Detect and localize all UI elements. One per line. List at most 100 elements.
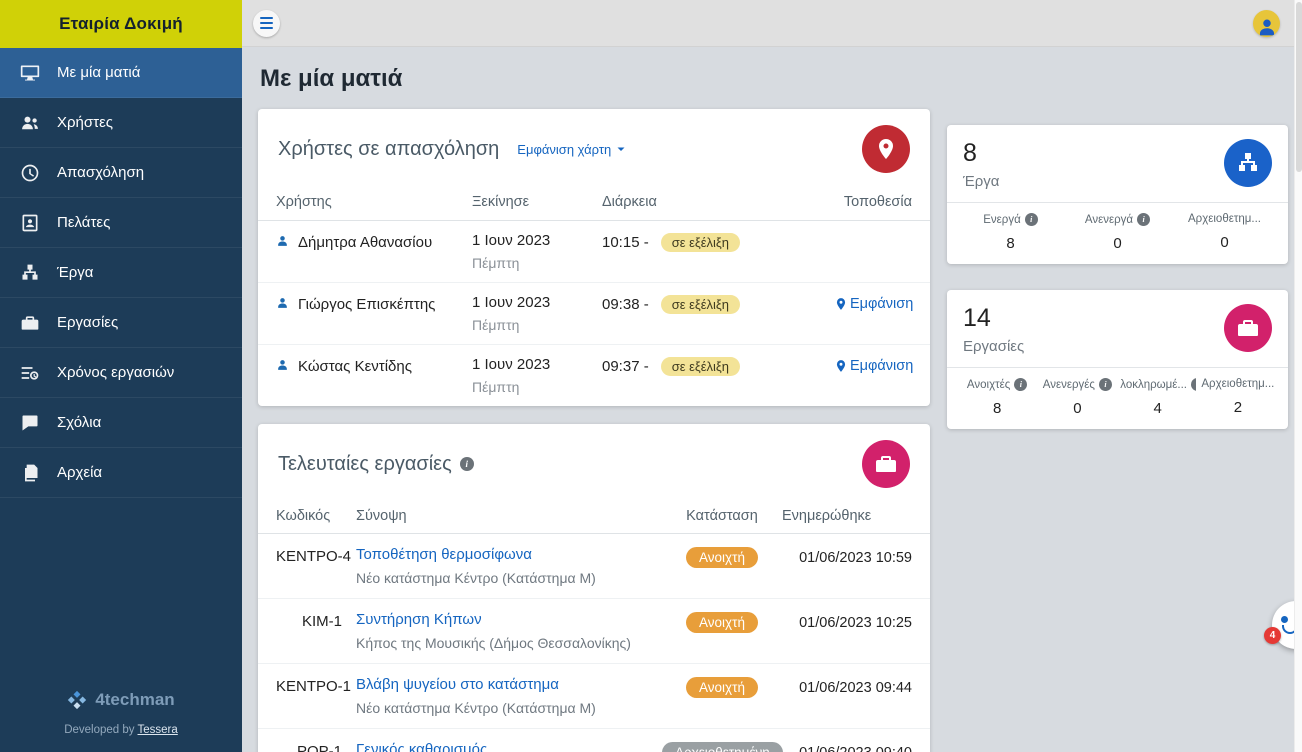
start-date: 1 Ιουν 2023 [472,356,551,373]
location-cell: Εμφάνιση [834,294,913,316]
content: Με μία ματιά Χρήστες σε απασχόληση Εμφάν… [242,47,1302,752]
show-map-link[interactable]: Εμφάνιση χάρτη [517,142,628,157]
stat-value: 2 [1233,399,1243,416]
stat-label: Αρχειοθετημ... [1173,213,1276,225]
user-name-cell: Δήμητρα Αθανασίου [276,232,472,251]
info-icon[interactable]: i [1137,213,1151,226]
scrollbar-thumb[interactable] [1296,2,1302,172]
files-icon [20,463,42,483]
user-icon [276,359,289,372]
task-status-cell: Ανοιχτή [662,676,782,698]
stat-label-text: Αρχειοθετημ... [1201,378,1275,390]
task-status-cell: Ανοιχτή [662,611,782,633]
task-updated: 01/06/2023 10:25 [799,615,912,631]
duration-cell: 10:15 - σε εξέλιξη [602,232,834,252]
task-summary-link[interactable]: Βλάβη ψυγείου στο κατάστημα [356,676,559,693]
user-avatar[interactable] [1253,9,1280,37]
projects-stats: Ενεργά i 8 Ανενεργά i 0 Αρχειοθετημ... 0 [947,202,1288,264]
info-icon[interactable]: i [459,457,474,471]
sidebar-item-label: Χρήστες [57,114,113,131]
task-updated: 01/06/2023 09:40 [782,741,912,752]
tasks-summary-card: 14 Εργασίες Ανοιχτές i 8 Ανενεργές i 0 λ… [947,290,1288,429]
task-row: ΚΕΝΤΡΟ-1 Βλάβη ψυγείου στο κατάστημα Νέο… [258,664,930,729]
toolbox-icon [1224,304,1272,352]
show-location-link[interactable]: Εμφάνιση [834,296,913,312]
status-badge: Ανοιχτή [686,612,758,633]
stat-label-text: Ανοιχτές [966,378,1011,391]
developer-link[interactable]: Tessera [138,724,178,736]
sidebar-item-label: Αρχεία [57,464,103,481]
duration-time: 09:37 - [602,358,649,375]
col-header-code: Κωδικός [276,507,331,524]
sidebar-item-users[interactable]: Χρήστες [0,98,242,148]
info-icon[interactable]: i [1190,378,1196,391]
stat-value: 8 [1006,235,1015,252]
duration-cell: 09:38 - σε εξέλιξη [602,294,834,314]
start-date: 1 Ιουν 2023 [472,294,551,311]
sidebar-item-tasks[interactable]: Εργασίες [0,298,242,348]
user-row: Γιώργος Επισκέπτης 1 Ιουν 2023 Πέμπτη 09… [258,283,930,345]
topbar [242,0,1302,47]
user-name-cell: Γιώργος Επισκέπτης [276,294,472,313]
task-updated: 01/06/2023 09:44 [799,680,912,696]
col-header-summary: Σύνοψη [356,507,407,524]
stat-label-text: Ενεργά [983,213,1021,226]
task-row: ΡΟΡ-1 Γενικός καθαρισμός Καθαρισμός κτιρ… [258,729,930,752]
sidebar-item-employment[interactable]: Απασχόληση [0,148,242,198]
stat-cell: Ανενεργές i 0 [1037,378,1117,417]
sitemap-icon [20,263,42,283]
stat-label-text: Αρχειοθετημ... [1188,213,1261,225]
stat-label: Ολοκληρωμέ... i [1120,378,1196,391]
sidebar-item-label: Πελάτες [57,214,111,231]
task-summary-cell: Γενικός καθαρισμός Καθαρισμός κτιρίων (Δ… [342,741,662,752]
stat-cell: Αρχειοθετημ... 0 [1171,213,1278,252]
task-updated: 01/06/2023 10:59 [799,550,912,566]
task-summary-cell: Συντήρηση Κήπων Κήπος της Μουσικής (Δήμο… [342,611,662,651]
in-progress-badge: σε εξέλιξη [660,295,740,314]
user-name-cell: Κώστας Κεντίδης [276,356,472,375]
company-header: Εταιρία Δοκιμή [0,0,242,48]
stat-cell: Ολοκληρωμέ... i 4 [1118,378,1198,417]
start-day: Πέμπτη [472,379,520,395]
task-detail: Κήπος της Μουσικής (Δήμος Θεσσαλονίκης) [356,635,631,651]
stat-cell: Αρχειοθετημ... 2 [1198,378,1278,417]
show-location-link[interactable]: Εμφάνιση [834,358,913,374]
task-summary-link[interactable]: Τοποθέτηση θερμοσίφωνα [356,546,532,563]
task-code: ΚΙΜ-1 [301,613,342,630]
brand-logo[interactable]: 4techman [10,690,232,710]
info-icon[interactable]: i [1014,378,1028,391]
show-map-label: Εμφάνιση χάρτη [517,141,612,157]
stat-value: 4 [1153,400,1162,417]
sidebar-item-comments[interactable]: Σχόλια [0,398,242,448]
users-employment-card: Χρήστες σε απασχόληση Εμφάνιση χάρτη Χρή… [258,109,930,406]
in-progress-badge: σε εξέλιξη [660,357,740,376]
task-summary-cell: Βλάβη ψυγείου στο κατάστημα Νέο κατάστημ… [342,676,662,716]
start-day: Πέμπτη [472,317,520,333]
hamburger-menu-button[interactable] [253,9,280,37]
sidebar-item-projects[interactable]: Έργα [0,248,242,298]
stat-value: 8 [992,400,1002,417]
info-icon[interactable]: i [1098,378,1112,391]
stat-label-text: Ανενεργές [1042,378,1095,391]
task-summary-link[interactable]: Γενικός καθαρισμός [356,741,487,752]
main-area: Με μία ματιά Χρήστες σε απασχόληση Εμφάν… [242,0,1302,752]
info-icon[interactable]: i [1024,213,1038,226]
sidebar-item-customers[interactable]: Πελάτες [0,198,242,248]
stat-label: Ανοιχτές i [959,378,1035,391]
task-status-cell: Ανοιχτή [662,546,782,568]
task-row: ΚΙΜ-1 Συντήρηση Κήπων Κήπος της Μουσικής… [258,599,930,664]
sidebar-item-files[interactable]: Αρχεία [0,448,242,498]
toolbox-icon [20,313,42,333]
user-name: Κώστας Κεντίδης [298,358,412,375]
user-icon [276,297,289,310]
stat-value: 0 [1220,234,1229,251]
stat-label: Ενεργά i [959,213,1062,226]
sidebar-item-task-times[interactable]: Χρόνος εργασιών [0,348,242,398]
task-detail: Νέο κατάστημα Κέντρο (Κατάστημα Μ) [356,570,596,586]
scrollbar-track[interactable] [1294,0,1302,752]
task-summary-link[interactable]: Συντήρηση Κήπων [356,611,482,628]
stat-cell: Ανοιχτές i 8 [957,378,1037,417]
sidebar-item-overview[interactable]: Με μία ματιά [0,48,242,98]
tasks-count: 14 [963,304,991,332]
start-cell: 1 Ιουν 2023 Πέμπτη [472,232,602,271]
